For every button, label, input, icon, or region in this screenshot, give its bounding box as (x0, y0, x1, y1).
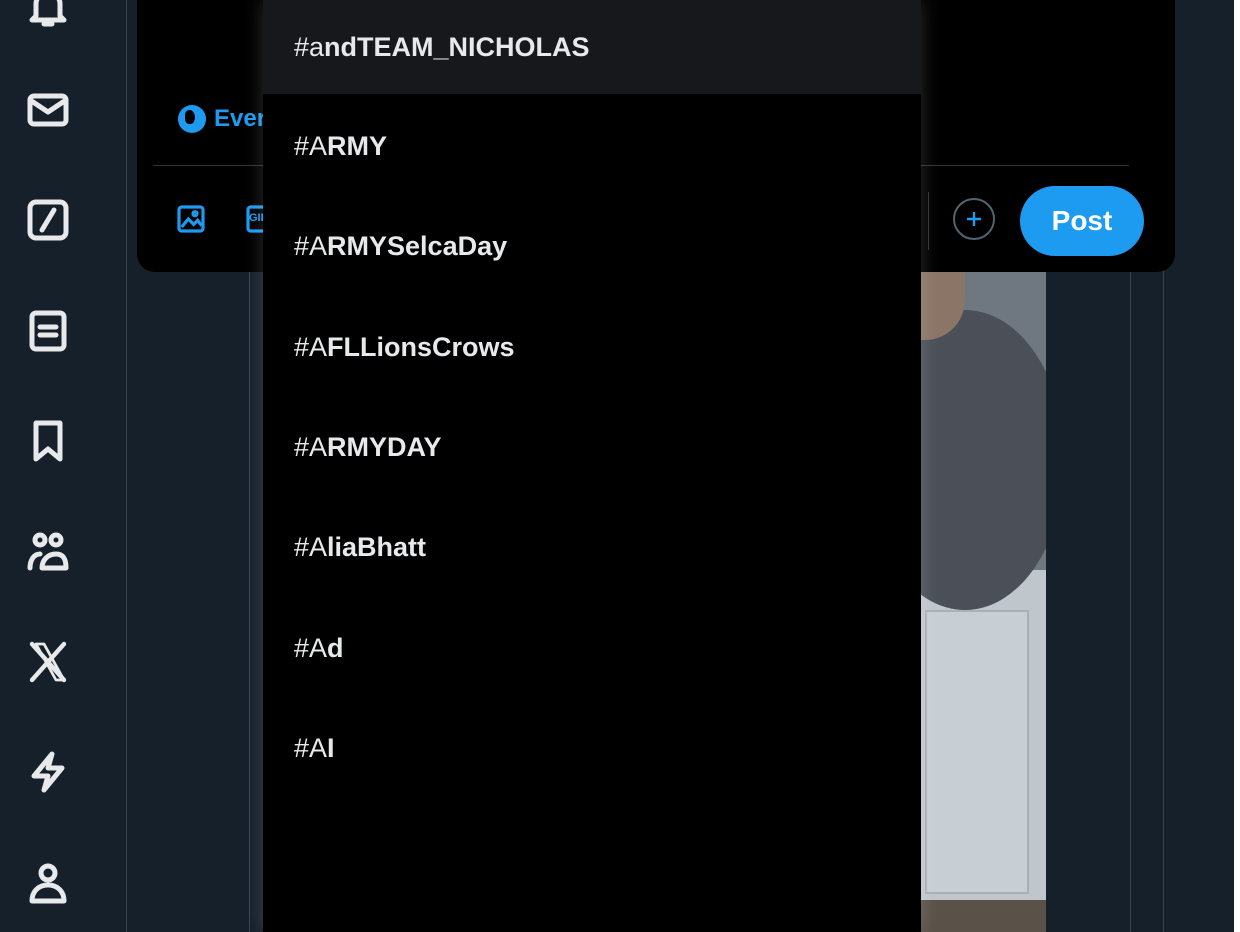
profile-icon[interactable] (20, 855, 76, 911)
suggestion-text: d (327, 632, 344, 663)
suggestion-prefix: #A (294, 732, 328, 763)
suggestion-item[interactable]: #A RMYSelcaDay (263, 196, 921, 296)
verified-orgs-icon[interactable] (20, 744, 76, 800)
premium-x-icon[interactable] (20, 634, 76, 690)
lists-icon[interactable] (20, 303, 76, 359)
grok-icon[interactable] (20, 192, 76, 248)
sidebar-nav (0, 0, 126, 932)
add-post-button[interactable] (953, 198, 995, 240)
communities-icon[interactable] (20, 524, 76, 580)
suggestion-prefix: #A (294, 431, 328, 462)
suggestion-item[interactable]: #A RMY (263, 96, 921, 196)
suggestion-prefix: #A (294, 331, 328, 362)
post-button[interactable]: Post (1020, 186, 1144, 256)
suggestion-prefix: #A (294, 632, 328, 663)
bookmarks-icon[interactable] (20, 413, 76, 469)
suggestion-text: liaBhatt (327, 531, 427, 562)
suggestion-text: RMYDAY (327, 431, 442, 462)
suggestion-text: RMY (327, 130, 388, 161)
sidebar-divider (126, 0, 127, 932)
plus-icon (967, 212, 981, 226)
post-media-image[interactable] (905, 270, 1046, 932)
suggestion-prefix: #A (294, 531, 328, 562)
suggestion-text: RMYSelcaDay (327, 230, 508, 261)
suggestion-item[interactable]: #A liaBhatt (263, 497, 921, 597)
media-door-panel (925, 610, 1029, 894)
suggestion-text: FLLionsCrows (327, 331, 515, 362)
media-subject (905, 310, 1046, 610)
suggestion-prefix: #A (294, 230, 328, 261)
window-edge-right (1234, 0, 1240, 932)
hashtag-suggestions-dropdown: #a ndTEAM_NICHOLAS #A RMY #A RMYSelcaDay #A… (263, 0, 921, 932)
suggestion-prefix: #A (294, 130, 328, 161)
media-upload-button[interactable] (175, 203, 207, 235)
media-floor (905, 900, 1046, 932)
suggestion-item[interactable]: #A FLLionsCrows (263, 297, 921, 397)
toolbar-separator (928, 192, 929, 250)
suggestion-prefix: #a (294, 31, 325, 62)
reply-audience-button[interactable]: Ever (178, 105, 266, 133)
suggestion-item[interactable]: #A RMYDAY (263, 397, 921, 497)
suggestion-item[interactable]: #A d (263, 598, 921, 698)
suggestion-text: ndTEAM_NICHOLAS (324, 31, 590, 62)
globe-icon (178, 105, 206, 133)
suggestion-item[interactable]: #a ndTEAM_NICHOLAS (263, 0, 921, 94)
image-icon (177, 205, 205, 233)
suggestion-item[interactable]: #A I (263, 698, 921, 798)
messages-icon[interactable] (20, 82, 76, 138)
notifications-icon[interactable] (20, 0, 76, 36)
audience-label: Ever (214, 105, 267, 132)
suggestion-text: I (327, 732, 335, 763)
